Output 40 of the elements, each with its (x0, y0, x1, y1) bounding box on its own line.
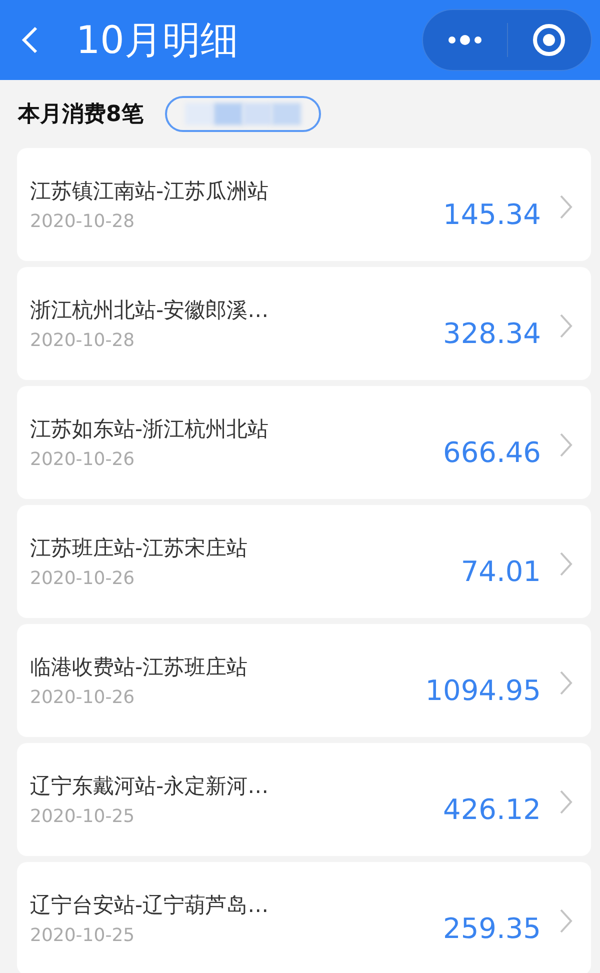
target-icon (531, 22, 568, 58)
date-text: 2020-10-28 (30, 211, 136, 232)
chevron-icon (559, 432, 573, 458)
amount-text: 426.12 (443, 793, 541, 826)
chevron-icon (559, 312, 573, 338)
amount-text: 666.46 (443, 436, 541, 469)
route-text: 临港收费站-江苏班庄站 (30, 654, 249, 681)
record-card[interactable]: 江苏镇江南站-江苏瓜洲站 2020-10-28 145.34 (17, 148, 591, 261)
record-card[interactable]: 江苏如东站-浙江杭州北站 2020-10-26 666.46 (17, 386, 591, 499)
record-card[interactable]: 江苏班庄站-江苏宋庄站 2020-10-26 74.01 (17, 505, 591, 618)
chevron-icon (559, 788, 573, 814)
route-text: 浙江杭州北站-安徽郎溪… (30, 297, 270, 324)
route-text: 江苏镇江南站-江苏瓜洲站 (30, 178, 270, 205)
chevron-icon (559, 670, 573, 696)
route-text: 江苏如东站-浙江杭州北站 (30, 416, 270, 443)
record-card[interactable]: 临港收费站-江苏班庄站 2020-10-26 1094.95 (17, 624, 591, 737)
route-text: 辽宁东戴河站-永定新河… (30, 773, 270, 800)
amount-text: 328.34 (443, 317, 541, 350)
chevron-icon (559, 550, 573, 576)
date-text: 2020-10-28 (30, 330, 136, 351)
date-text: 2020-10-25 (30, 806, 136, 827)
route-text: 辽宁台安站-辽宁葫芦岛… (30, 892, 270, 919)
record-card[interactable]: 浙江杭州北站-安徽郎溪… 2020-10-28 328.34 (17, 267, 591, 380)
more-icon (446, 34, 483, 46)
date-text: 2020-10-25 (30, 925, 136, 946)
route-text: 江苏班庄站-江苏宋庄站 (30, 535, 249, 562)
chevron-icon (559, 908, 573, 934)
date-text: 2020-10-26 (30, 449, 136, 470)
amount-text: 74.01 (460, 555, 541, 588)
date-text: 2020-10-26 (30, 687, 136, 708)
summary-label: 本月消费8笔 (18, 101, 144, 129)
record-card[interactable]: 辽宁台安站-辽宁葫芦岛… 2020-10-25 259.35 (17, 862, 591, 973)
page-title: 10月明细 (76, 16, 240, 64)
chevron-icon (559, 194, 573, 220)
date-text: 2020-10-26 (30, 568, 136, 589)
record-card[interactable]: 辽宁东戴河站-永定新河… 2020-10-25 426.12 (17, 743, 591, 856)
amount-text: 1094.95 (425, 674, 541, 707)
back-icon (20, 25, 40, 55)
amount-text: 259.35 (443, 912, 541, 945)
amount-text: 145.34 (443, 198, 541, 231)
